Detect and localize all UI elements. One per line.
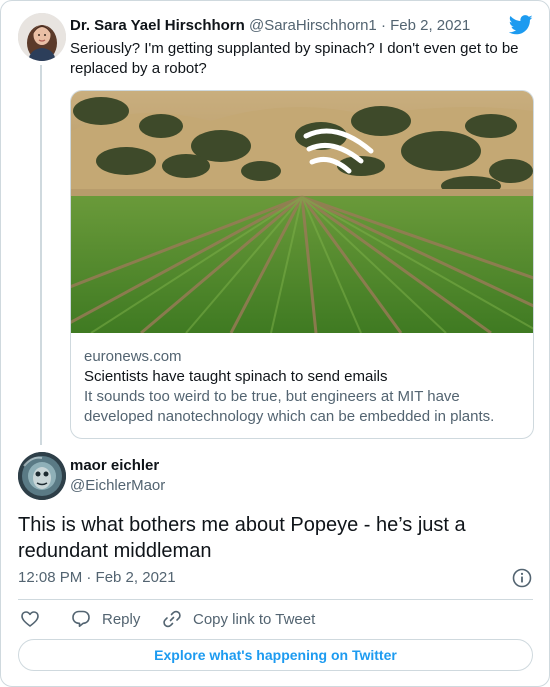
reply-label: Reply: [102, 610, 141, 628]
quoted-author-handle[interactable]: @SaraHirschhorn1: [249, 17, 377, 34]
like-button[interactable]: [20, 606, 40, 632]
link-domain: euronews.com: [84, 348, 182, 365]
tweet-text: This is what bothers me about Popeye - h…: [18, 514, 466, 562]
quoted-tweet-date[interactable]: Feb 2, 2021: [390, 17, 470, 34]
quoted-tweet-header: Dr. Sara Yael Hirschhorn @SaraHirschhorn…: [70, 16, 470, 36]
quoted-tweet-text: Seriously? I'm getting supplanted by spi…: [70, 40, 519, 77]
heart-icon: [21, 611, 39, 627]
explore-twitter-button[interactable]: Explore what's happening on Twitter: [18, 639, 533, 671]
spinach-field-image: [71, 91, 533, 333]
quoted-author-name[interactable]: Dr. Sara Yael Hirschhorn: [70, 17, 245, 34]
twitter-bird-icon[interactable]: [509, 15, 533, 35]
copy-link-label: Copy link to Tweet: [193, 610, 316, 628]
tweet-timestamp[interactable]: 12:08 PM · Feb 2, 2021: [18, 568, 176, 588]
link-description: It sounds too weird to be true, but engi…: [84, 388, 495, 425]
author-avatar[interactable]: [18, 452, 66, 500]
author-avatar-image: [18, 452, 66, 500]
quoted-author-avatar-image: [18, 13, 66, 61]
link-preview-card[interactable]: euronews.com Scientists have taught spin…: [70, 90, 534, 439]
tweet-embed-card: Dr. Sara Yael Hirschhorn @SaraHirschhorn…: [0, 0, 550, 687]
link-preview-meta: euronews.com Scientists have taught spin…: [84, 347, 524, 427]
action-divider: [18, 599, 533, 600]
thread-connector-line: [40, 65, 42, 445]
quoted-author-avatar[interactable]: [18, 13, 66, 61]
link-title: Scientists have taught spinach to send e…: [84, 368, 388, 385]
reply-bubble-icon: [72, 610, 90, 627]
copy-link-button[interactable]: Copy link to Tweet: [162, 606, 315, 632]
info-icon[interactable]: [511, 567, 533, 589]
reply-button[interactable]: Reply: [71, 606, 140, 632]
link-icon: [163, 610, 181, 628]
author-name[interactable]: maor eichler: [70, 456, 159, 476]
author-handle[interactable]: @EichlerMaor: [70, 476, 165, 496]
header-separator: ·: [380, 17, 386, 34]
